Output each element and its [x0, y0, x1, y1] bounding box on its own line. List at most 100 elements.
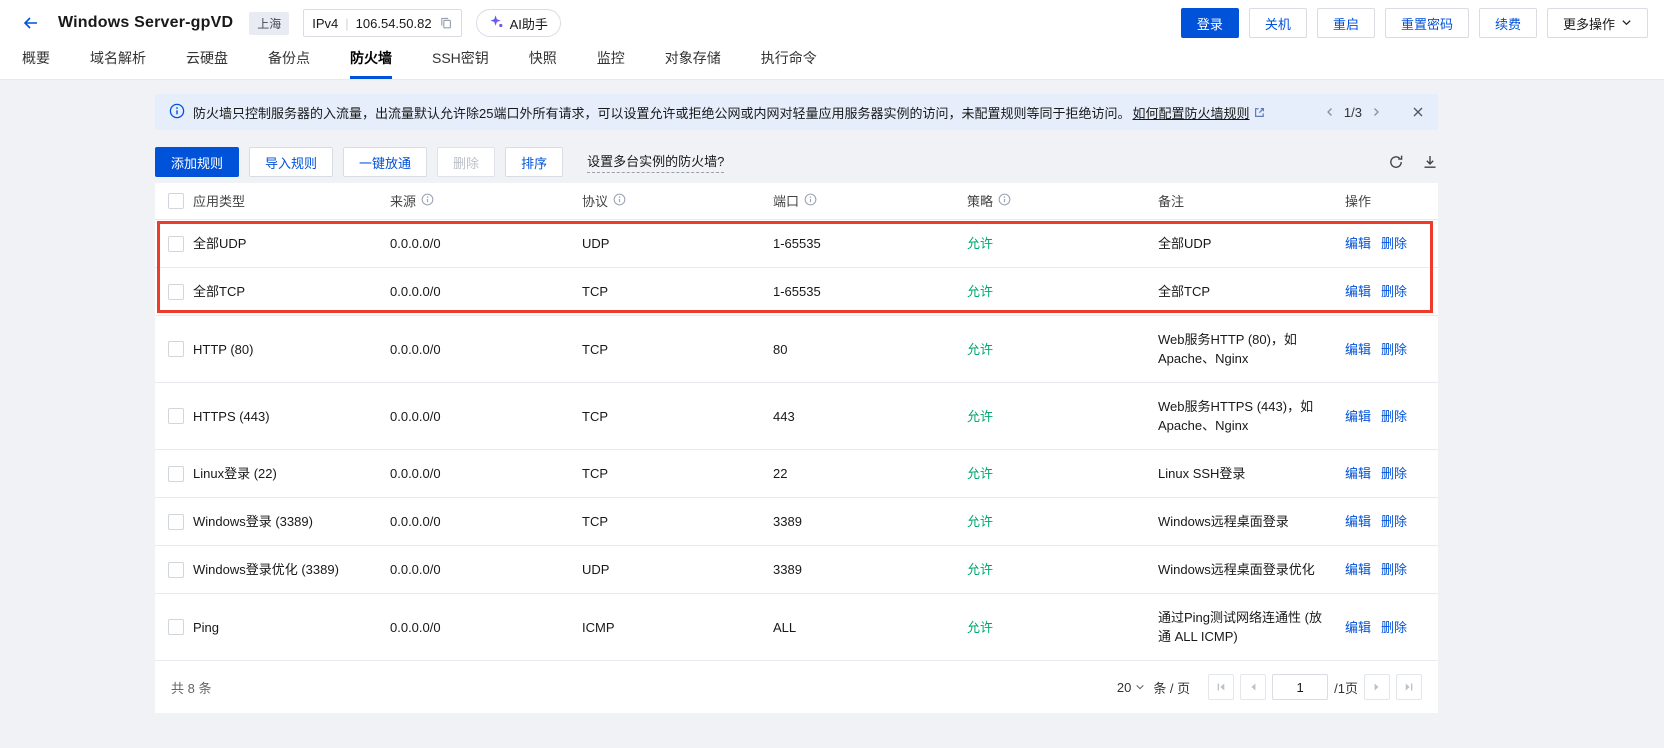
info-circle-icon: [169, 103, 185, 122]
table-header-row: 应用类型 来源 协议 端口 策略 备注 操作: [155, 183, 1438, 220]
ip-label: IPv4: [312, 15, 339, 31]
tab-firewall[interactable]: 防火墙: [350, 46, 392, 79]
edit-link[interactable]: 编辑: [1345, 340, 1371, 359]
edit-link[interactable]: 编辑: [1345, 618, 1371, 637]
row-checkbox-cell: [155, 283, 193, 300]
page-title: Windows Server-gpVD: [58, 14, 234, 31]
cell-source: 0.0.0.0/0: [390, 408, 441, 424]
banner-prev-icon[interactable]: [1324, 106, 1336, 118]
download-icon[interactable]: [1422, 154, 1438, 170]
tab-dns[interactable]: 域名解析: [90, 46, 146, 79]
tab-run-command[interactable]: 执行命令: [761, 46, 817, 79]
edit-link[interactable]: 编辑: [1345, 234, 1371, 253]
cell-actions: 编辑 删除: [1345, 393, 1435, 440]
renew-button[interactable]: 续费: [1478, 8, 1537, 38]
edit-link[interactable]: 编辑: [1345, 464, 1371, 483]
tab-object-storage[interactable]: 对象存储: [665, 46, 721, 79]
col-app-type: 应用类型: [193, 193, 246, 209]
row-checkbox[interactable]: [168, 283, 184, 300]
banner-close-icon[interactable]: [1412, 106, 1424, 118]
copy-icon[interactable]: [439, 16, 453, 30]
col-policy: 策略: [967, 193, 994, 209]
shutdown-button[interactable]: 关机: [1248, 8, 1307, 38]
edit-link[interactable]: 编辑: [1345, 282, 1371, 301]
row-checkbox[interactable]: [168, 341, 184, 357]
tab-snapshot[interactable]: 快照: [529, 46, 557, 79]
delete-link[interactable]: 删除: [1381, 560, 1407, 579]
content-area: 防火墙只控制服务器的入流量，出流量默认允许除25端口外所有请求，可以设置允许或拒…: [0, 80, 1664, 748]
cell-protocol: TCP: [582, 514, 608, 529]
reset-password-button[interactable]: 重置密码: [1384, 8, 1469, 38]
prev-page-icon[interactable]: [1240, 674, 1267, 700]
multi-instance-firewall-link[interactable]: 设置多台实例的防火墙?: [587, 151, 725, 173]
edit-link[interactable]: 编辑: [1345, 560, 1371, 579]
cell-policy: 允许: [967, 408, 994, 424]
open-all-ports-button[interactable]: 一键放通: [343, 147, 428, 177]
tab-backup-point[interactable]: 备份点: [268, 46, 310, 79]
row-checkbox[interactable]: [168, 513, 184, 530]
row-checkbox[interactable]: [168, 465, 184, 482]
cell-actions: 编辑 删除: [1345, 604, 1435, 651]
cell-actions: 编辑 删除: [1345, 498, 1435, 545]
tab-overview[interactable]: 概要: [22, 46, 50, 79]
first-page-icon[interactable]: [1208, 674, 1235, 700]
refresh-icon[interactable]: [1388, 154, 1404, 170]
back-arrow-icon[interactable]: [20, 12, 42, 34]
delete-link[interactable]: 删除: [1381, 407, 1407, 426]
external-link-icon[interactable]: [1253, 106, 1266, 119]
next-page-icon[interactable]: [1364, 674, 1390, 700]
cell-policy: 允许: [967, 514, 994, 529]
info-circle-icon[interactable]: [613, 192, 626, 211]
cell-policy: 允许: [967, 284, 994, 299]
table-row: Windows登录 (3389) 0.0.0.0/0 TCP 3389 允许 W…: [155, 498, 1438, 546]
restart-button[interactable]: 重启: [1316, 8, 1375, 38]
cell-policy: 允许: [967, 619, 994, 635]
delete-link[interactable]: 删除: [1381, 512, 1407, 531]
login-button[interactable]: 登录: [1180, 8, 1239, 38]
row-checkbox-cell: [155, 465, 193, 482]
row-checkbox[interactable]: [168, 619, 184, 635]
tab-ssh-key[interactable]: SSH密钥: [432, 46, 489, 79]
more-actions-label: 更多操作: [1562, 16, 1615, 32]
sort-button[interactable]: 排序: [505, 147, 564, 177]
more-actions-button[interactable]: 更多操作: [1546, 8, 1648, 38]
banner-next-icon[interactable]: [1370, 106, 1382, 118]
cell-app-type: 全部UDP: [193, 236, 247, 251]
cell-source: 0.0.0.0/0: [390, 562, 441, 577]
edit-link[interactable]: 编辑: [1345, 512, 1371, 531]
delete-link[interactable]: 删除: [1381, 340, 1407, 359]
row-checkbox[interactable]: [168, 408, 184, 424]
add-rule-button[interactable]: 添加规则: [155, 147, 240, 177]
per-page-label: 条 / 页: [1153, 680, 1191, 696]
tab-monitor[interactable]: 监控: [597, 46, 625, 79]
cell-app-type: HTTPS (443): [193, 408, 270, 424]
delete-rules-button[interactable]: 删除: [437, 147, 496, 177]
table-row: 全部UDP 0.0.0.0/0 UDP 1-65535 允许 全部UDP 编辑 …: [155, 220, 1438, 268]
page-size-select[interactable]: 20: [1117, 680, 1145, 695]
delete-link[interactable]: 删除: [1381, 618, 1407, 637]
cell-policy: 允许: [967, 341, 994, 357]
cell-app-type: Windows登录优化 (3389): [193, 562, 339, 577]
row-checkbox[interactable]: [168, 561, 184, 578]
info-circle-icon[interactable]: [804, 192, 817, 211]
info-circle-icon[interactable]: [998, 192, 1011, 211]
tab-cloud-disk[interactable]: 云硬盘: [186, 46, 228, 79]
cell-remark: 通过Ping测试网络连通性 (放通 ALL ICMP): [1158, 610, 1322, 644]
delete-link[interactable]: 删除: [1381, 464, 1407, 483]
cell-port: 3389: [773, 514, 802, 529]
cell-policy: 允许: [967, 562, 994, 577]
select-all-checkbox[interactable]: [168, 193, 184, 209]
row-checkbox[interactable]: [168, 235, 184, 252]
page-total-label: /1页: [1334, 680, 1358, 696]
last-page-icon[interactable]: [1396, 674, 1422, 700]
ai-assistant-label: AI助手: [509, 16, 548, 32]
info-circle-icon[interactable]: [421, 192, 434, 211]
delete-link[interactable]: 删除: [1381, 234, 1407, 253]
page-number-input[interactable]: 1: [1272, 674, 1329, 700]
edit-link[interactable]: 编辑: [1345, 407, 1371, 426]
delete-link[interactable]: 删除: [1381, 282, 1407, 301]
import-rule-button[interactable]: 导入规则: [249, 147, 334, 177]
firewall-help-link[interactable]: 如何配置防火墙规则: [1132, 103, 1249, 122]
ai-assistant-button[interactable]: AI助手: [475, 9, 561, 37]
cell-policy: 允许: [967, 236, 994, 251]
